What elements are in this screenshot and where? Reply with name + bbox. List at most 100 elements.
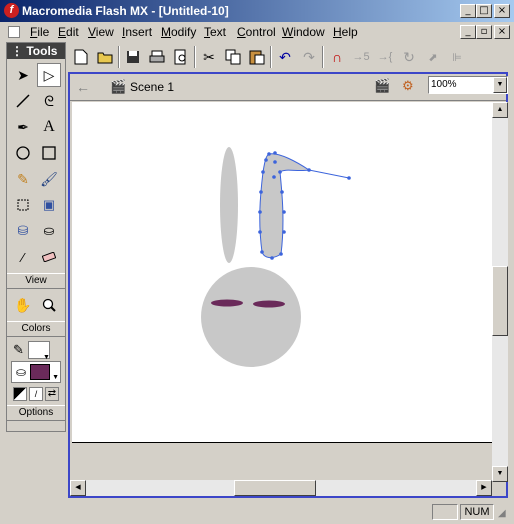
- redo-button[interactable]: ↷: [298, 46, 320, 68]
- head-shape[interactable]: [201, 267, 301, 367]
- straighten-button[interactable]: →{: [374, 46, 396, 68]
- snap-button[interactable]: ∩: [326, 46, 348, 68]
- lasso-icon: ᘓ: [44, 92, 54, 109]
- align-button[interactable]: ⊫: [446, 46, 468, 68]
- new-file-button[interactable]: [70, 46, 92, 68]
- edit-scene-icon[interactable]: 🎬: [374, 78, 390, 94]
- left-eye-shape[interactable]: [211, 299, 243, 307]
- left-ear-shape[interactable]: [220, 147, 238, 263]
- brush-icon: 🖌: [40, 170, 58, 187]
- copy-button[interactable]: [222, 46, 244, 68]
- new-file-icon: [74, 49, 88, 65]
- edit-symbol-icon[interactable]: ⚙: [402, 78, 414, 94]
- text-tool[interactable]: A: [37, 115, 61, 139]
- brush-tool[interactable]: 🖌: [37, 167, 61, 191]
- eyedropper-tool[interactable]: ⁄: [11, 245, 35, 269]
- scale-button[interactable]: ⬈: [422, 46, 444, 68]
- eraser-tool[interactable]: [37, 245, 61, 269]
- zoom-value: 100%: [431, 79, 457, 90]
- stroke-color-row: ✎ ▼: [7, 337, 65, 361]
- oval-tool[interactable]: [11, 141, 35, 165]
- no-color-button[interactable]: /: [29, 387, 43, 401]
- free-transform-tool[interactable]: [11, 193, 35, 217]
- stage[interactable]: [72, 102, 492, 443]
- hand-tool[interactable]: ✋: [11, 293, 35, 317]
- scroll-left-button[interactable]: ◀: [70, 480, 86, 496]
- menu-text[interactable]: Text: [204, 25, 226, 39]
- vertical-scrollbar[interactable]: ▲ ▼: [492, 102, 508, 482]
- scale-icon: ⬈: [428, 51, 438, 64]
- black-white-button[interactable]: [13, 387, 27, 401]
- eraser-icon: [42, 252, 56, 262]
- doc-close-button[interactable]: ×: [494, 25, 510, 39]
- resize-grip-icon[interactable]: ◢: [498, 508, 506, 519]
- menu-insert[interactable]: Insert: [122, 25, 152, 39]
- maximize-button[interactable]: □: [476, 4, 492, 18]
- save-button[interactable]: [122, 46, 144, 68]
- free-transform-icon: [17, 199, 29, 211]
- rotate-button[interactable]: ↻: [398, 46, 420, 68]
- fill-color-swatch[interactable]: ▼: [30, 364, 59, 381]
- paste-button[interactable]: [246, 46, 268, 68]
- dropdown-arrow-icon: ▼: [42, 354, 50, 361]
- zoom-dropdown-button[interactable]: ▼: [493, 77, 507, 93]
- menu-window[interactable]: Window: [282, 25, 325, 39]
- zoom-select[interactable]: 100% ▼: [428, 76, 508, 94]
- smooth-button[interactable]: →5: [350, 46, 372, 68]
- text-icon: A: [43, 118, 55, 135]
- menu-view[interactable]: View: [88, 25, 114, 39]
- right-eye-shape[interactable]: [253, 300, 285, 308]
- minimize-button[interactable]: _: [460, 4, 476, 18]
- rectangle-tool[interactable]: [37, 141, 61, 165]
- scroll-down-button[interactable]: ▼: [492, 466, 508, 482]
- pencil-icon: ✎: [17, 170, 29, 187]
- zoom-tool[interactable]: [37, 293, 61, 317]
- dropdown-arrow-icon: ▼: [52, 374, 60, 381]
- paint-bucket-tool[interactable]: ⛀: [37, 219, 61, 243]
- options-section-label: Options: [7, 405, 65, 421]
- subselect-icon: ▷: [43, 66, 55, 83]
- status-pane-empty: [432, 504, 458, 520]
- view-tools: ✋: [7, 289, 65, 321]
- fill-color-row: ⛀ ▼: [11, 361, 61, 383]
- lasso-tool[interactable]: ᘓ: [37, 89, 61, 113]
- menu-modify[interactable]: Modify: [161, 25, 196, 39]
- horizontal-scroll-thumb[interactable]: [234, 480, 316, 496]
- cut-button[interactable]: ✂: [198, 46, 220, 68]
- line-tool[interactable]: [11, 89, 35, 113]
- hand-icon: ✋: [14, 296, 32, 313]
- stroke-color-swatch[interactable]: ▼: [27, 341, 50, 361]
- scroll-right-button[interactable]: ▶: [476, 480, 492, 496]
- scroll-up-button[interactable]: ▲: [492, 102, 508, 118]
- colors-section-label: Colors: [7, 321, 65, 337]
- horizontal-scrollbar[interactable]: ◀ ▶: [70, 480, 492, 496]
- subselect-tool[interactable]: ▷: [37, 63, 61, 87]
- undo-button[interactable]: ↶: [274, 46, 296, 68]
- swap-colors-button[interactable]: ⇄: [45, 387, 59, 401]
- fill-transform-tool[interactable]: ▣: [37, 193, 61, 217]
- print-preview-button[interactable]: [170, 46, 192, 68]
- magnifier-icon: [42, 298, 56, 312]
- back-arrow-icon[interactable]: ←: [76, 79, 90, 95]
- right-ear-shape[interactable]: [259, 153, 311, 259]
- rectangle-icon: [42, 146, 56, 160]
- line-icon: [16, 94, 30, 108]
- vertical-scroll-thumb[interactable]: [492, 266, 508, 336]
- stage-artwork: [201, 147, 351, 367]
- tools-grid: ➤ ▷ ᘓ ✒ A ✎ 🖌 ▣ ⛁ ⛀ ⁄: [7, 59, 65, 273]
- ink-bottle-tool[interactable]: ⛁: [11, 219, 35, 243]
- menu-file[interactable]: File: [30, 25, 49, 39]
- doc-restore-button[interactable]: ▫: [476, 25, 492, 39]
- pen-icon: ✒: [17, 118, 29, 135]
- close-button[interactable]: ×: [494, 4, 510, 18]
- doc-minimize-button[interactable]: _: [460, 25, 476, 39]
- arrow-tool[interactable]: ➤: [11, 63, 35, 87]
- grip-icon: ⋮: [11, 44, 23, 58]
- print-button[interactable]: [146, 46, 168, 68]
- pen-tool[interactable]: ✒: [11, 115, 35, 139]
- open-button[interactable]: [94, 46, 116, 68]
- menu-edit[interactable]: Edit: [58, 25, 79, 39]
- menu-control[interactable]: Control: [237, 25, 276, 39]
- menu-help[interactable]: Help: [333, 25, 358, 39]
- pencil-tool[interactable]: ✎: [11, 167, 35, 191]
